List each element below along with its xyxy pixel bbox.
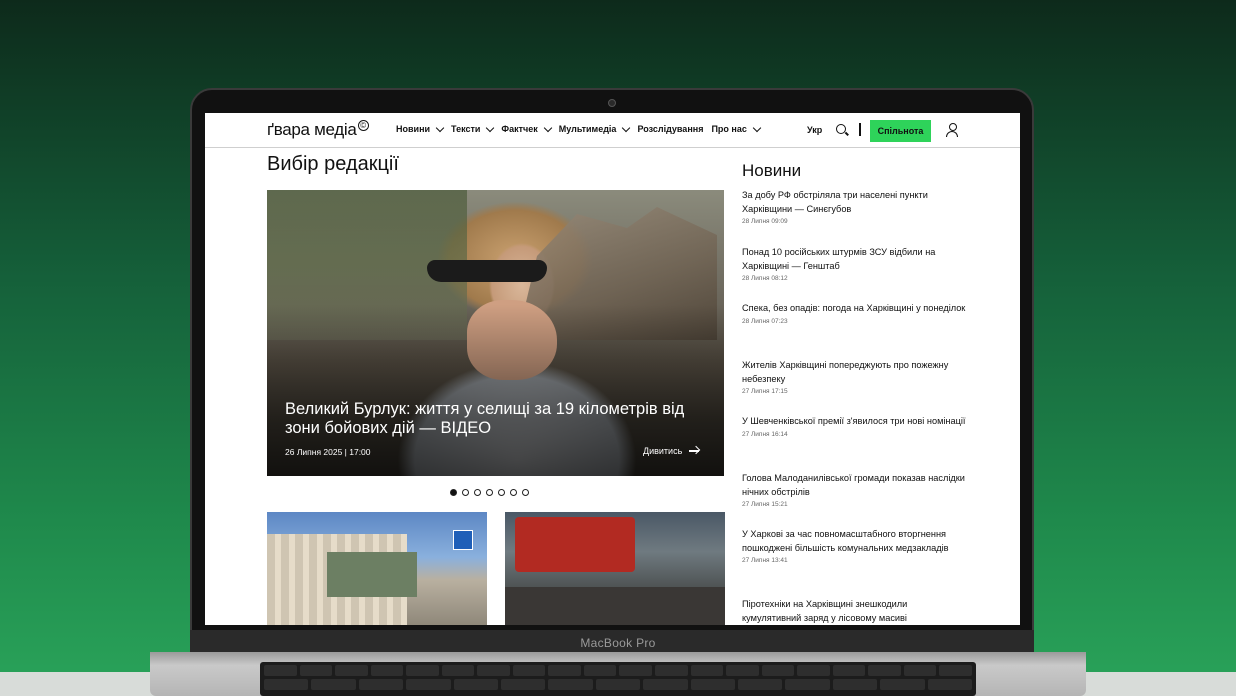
news-sidebar: Новини За добу РФ обстріляла три населен… — [742, 161, 967, 625]
chevron-down-icon — [486, 123, 495, 132]
nav-item-multimedia[interactable]: Мультимедіа — [559, 123, 631, 134]
news-item-date: 28 Липня 07:23 — [742, 317, 788, 325]
slider-dots — [450, 489, 529, 496]
article-card-image[interactable] — [267, 512, 487, 625]
site-header: ґвара медіа © Новини Тексти Фактчек Мульт… — [205, 113, 1020, 148]
arrow-right-icon — [689, 450, 700, 452]
news-item-title[interactable]: Понад 10 російських штурмів ЗСУ відбили … — [742, 246, 967, 273]
slider-dot[interactable] — [498, 489, 505, 496]
news-item-title[interactable]: У Харкові за час повномасштабного вторгн… — [742, 528, 967, 555]
laptop-keyboard — [260, 662, 976, 696]
user-icon[interactable] — [946, 123, 958, 137]
chevron-down-icon — [543, 123, 553, 132]
slider-dot[interactable] — [486, 489, 493, 496]
language-switch[interactable]: Укр — [807, 125, 822, 135]
nav-item-news[interactable]: Новини — [396, 123, 445, 134]
news-item-title[interactable]: У Шевченківської премії з'явилося три но… — [742, 415, 967, 429]
chevron-down-icon — [435, 123, 445, 132]
card-photo-rubble — [505, 587, 725, 625]
webcam — [608, 99, 616, 107]
news-item[interactable]: У Харкові за час повномасштабного вторгн… — [742, 528, 967, 598]
hero-title[interactable]: Великий Бурлук: життя у селищі за 19 кіл… — [285, 400, 705, 438]
nav-item-texts[interactable]: Тексти — [451, 123, 495, 134]
logo-mark: © — [357, 120, 369, 131]
news-item-date: 28 Липня 08:12 — [742, 275, 788, 282]
slider-dot[interactable] — [450, 489, 457, 496]
chevron-down-icon — [622, 123, 631, 132]
news-item-date: 27 Липня 17:15 — [742, 388, 788, 395]
nav-item-about[interactable]: Про нас — [711, 123, 762, 134]
slider-dot[interactable] — [474, 489, 481, 496]
community-button[interactable]: Спільнота — [870, 120, 931, 142]
search-icon[interactable] — [836, 124, 846, 134]
news-item-title[interactable]: Спека, без опадів: погода на Харківщині … — [742, 302, 967, 316]
news-item[interactable]: Піротехніки на Харківщині знешкодили кум… — [742, 598, 967, 625]
news-item-date: 28 Липня 09:09 — [742, 218, 788, 225]
news-item[interactable]: Понад 10 російських штурмів ЗСУ відбили … — [742, 246, 967, 302]
hero-date: 26 Липня 2025 | 17:00 — [285, 447, 371, 457]
slider-dot[interactable] — [510, 489, 517, 496]
main-nav: Новини Тексти Фактчек Мультимедіа Розслі… — [396, 123, 768, 134]
hero-watch-link[interactable]: Дивитись — [643, 446, 700, 456]
news-item-date: 27 Липня 16:14 — [742, 430, 788, 438]
news-item-date: 27 Липня 15:21 — [742, 501, 788, 508]
news-item-date: 27 Липня 13:41 — [742, 557, 788, 564]
news-item[interactable]: У Шевченківської премії з'явилося три но… — [742, 415, 967, 472]
news-item-title[interactable]: Піротехніки на Харківщині знешкодили кум… — [742, 598, 967, 625]
card-photo-crosswalk-sign — [453, 530, 473, 550]
news-heading: Новини — [742, 161, 802, 180]
section-title: Вибір редакції — [267, 153, 399, 175]
article-card-image[interactable] — [505, 512, 725, 625]
news-item[interactable]: Голова Малоданилівської громади показав … — [742, 472, 967, 528]
card-photo-firetruck — [515, 517, 635, 572]
news-item[interactable]: Жителів Харківщині попереджують про поже… — [742, 359, 967, 415]
nav-item-factcheck[interactable]: Фактчек — [501, 123, 553, 134]
chevron-down-icon — [752, 123, 762, 132]
site-logo[interactable]: ґвара медіа © — [267, 120, 369, 140]
header-divider — [859, 123, 861, 136]
nav-item-investigations[interactable]: Розслідування — [637, 124, 703, 134]
hero-slide[interactable]: Великий Бурлук: життя у селищі за 19 кіл… — [267, 190, 724, 476]
news-item-title[interactable]: За добу РФ обстріляла три населені пункт… — [742, 189, 967, 216]
news-item-title[interactable]: Голова Малоданилівської громади показав … — [742, 472, 967, 499]
card-photo-billboard — [327, 552, 417, 597]
laptop-brand-label: MacBook Pro — [580, 636, 656, 650]
browser-viewport: ґвара медіа © Новини Тексти Фактчек Мульт… — [205, 113, 1020, 625]
news-item[interactable]: За добу РФ обстріляла три населені пункт… — [742, 189, 967, 246]
news-item[interactable]: Спека, без опадів: погода на Харківщині … — [742, 302, 967, 359]
news-item-title[interactable]: Жителів Харківщині попереджують про поже… — [742, 359, 967, 386]
slider-dot[interactable] — [462, 489, 469, 496]
slider-dot[interactable] — [522, 489, 529, 496]
